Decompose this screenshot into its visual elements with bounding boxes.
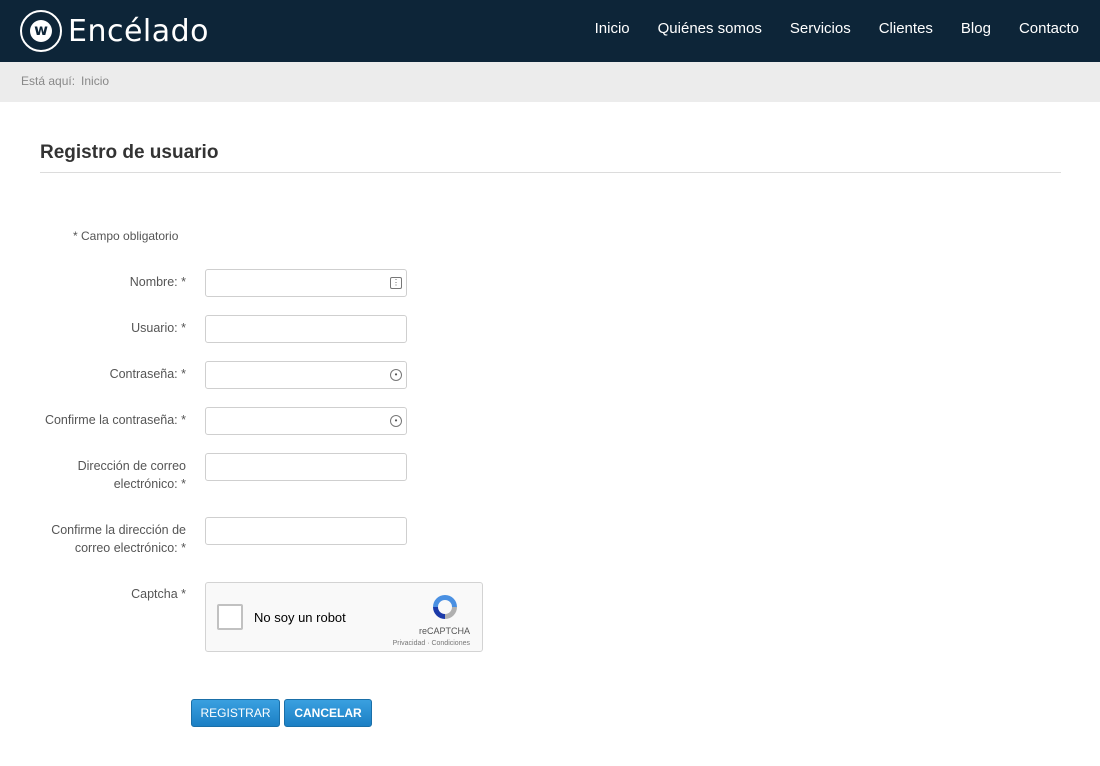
breadcrumb-current[interactable]: Inicio [81,74,109,88]
page-title: Registro de usuario [40,142,219,163]
confirm-email-label: Confirme la dirección de correo electrón… [51,523,186,555]
cancel-button[interactable]: CANCELAR [284,699,372,727]
email-field[interactable] [205,453,407,481]
recaptcha-brand: reCAPTCHA [418,626,470,636]
name-field[interactable]: ⋮ [205,269,407,297]
site-name: Encélado [68,13,210,49]
logo-mark-icon: w [20,10,62,52]
password-key-icon[interactable]: • [390,369,402,381]
recaptcha-terms[interactable]: Privacidad · Condiciones [393,640,470,647]
confirm-email-field[interactable] [205,517,407,545]
breadcrumb-bar: Está aquí: Inicio [0,62,1100,102]
username-field[interactable] [205,315,407,343]
required-note: * Campo obligatorio [73,229,179,243]
contact-card-icon[interactable]: ⋮ [390,277,402,289]
nav-item-servicios[interactable]: Servicios [790,19,851,39]
password-field[interactable]: • [205,361,407,389]
username-label: Usuario: * [131,321,186,335]
register-button[interactable]: REGISTRAR [191,699,280,727]
title-divider [40,172,1061,173]
recaptcha-text: No soy un robot [254,610,346,625]
nav-item-clientes[interactable]: Clientes [879,19,933,39]
recaptcha-logo-icon [433,595,457,619]
password-key-icon[interactable]: • [390,415,402,427]
email-label: Dirección de correo electrónico: * [77,459,186,491]
breadcrumb: Está aquí: Inicio [21,74,109,88]
nav-item-quienes-somos[interactable]: Quiénes somos [658,19,762,39]
recaptcha-checkbox[interactable] [217,604,243,630]
top-header: w Encélado Inicio Quiénes somos Servicio… [0,0,1100,62]
captcha-label: Captcha * [131,587,186,601]
nav-item-blog[interactable]: Blog [961,19,991,39]
password-label: Contraseña: * [109,367,186,381]
site-logo[interactable]: w Encélado [20,10,209,52]
nav-item-inicio[interactable]: Inicio [595,19,630,39]
recaptcha-widget: No soy un robot reCAPTCHA Privacidad · C… [205,582,483,652]
confirm-password-field[interactable]: • [205,407,407,435]
nav-item-contacto[interactable]: Contacto [1019,19,1079,39]
main-nav: Inicio Quiénes somos Servicios Clientes … [595,19,1079,39]
confirm-password-label: Confirme la contraseña: * [44,413,186,427]
name-label: Nombre: * [129,275,186,289]
breadcrumb-prefix: Está aquí: [21,74,76,88]
